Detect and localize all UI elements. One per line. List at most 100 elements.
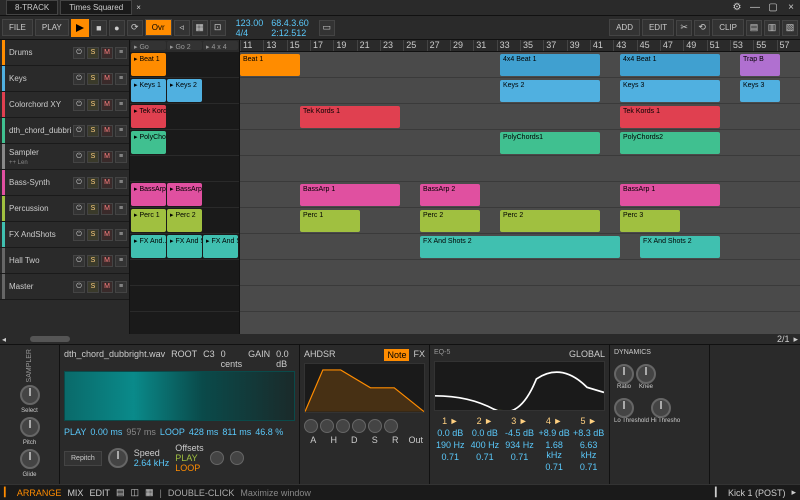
app-name-tab[interactable]: 8-TRACK xyxy=(6,0,58,15)
solo-button[interactable]: S xyxy=(87,203,99,215)
solo-button[interactable]: S xyxy=(87,281,99,293)
launcher-clip[interactable]: ▸ FX And... xyxy=(131,235,166,258)
offset-knob-2[interactable] xyxy=(230,451,244,465)
arrangement-clip[interactable]: Beat 1 xyxy=(240,54,300,76)
clip-button[interactable]: CLIP xyxy=(712,19,744,36)
ratio-knob[interactable] xyxy=(614,364,634,384)
hi-threshold-knob[interactable] xyxy=(651,398,671,418)
track-power[interactable]: ⏻ xyxy=(73,73,85,85)
eq-band-5[interactable]: 5 ►+8.3 dB6.63 kHz0.71 xyxy=(572,415,605,473)
launcher-clip[interactable] xyxy=(203,157,238,180)
arrangement-clip[interactable]: Keys 3 xyxy=(740,80,780,102)
close-icon[interactable]: × xyxy=(786,3,796,13)
arrangement-clip[interactable]: FX And Shots 2 xyxy=(640,236,720,258)
arrangement-clip[interactable]: Trap B xyxy=(740,54,780,76)
track-menu-icon[interactable]: ≡ xyxy=(115,203,127,215)
launcher-clip[interactable] xyxy=(203,209,238,232)
track-power[interactable]: ⏻ xyxy=(73,151,85,163)
envelope-graph[interactable] xyxy=(304,363,425,413)
mute-button[interactable]: M xyxy=(101,281,113,293)
launcher-clip[interactable]: ▸ Beat 1 xyxy=(131,53,166,76)
arrangement-clip[interactable]: BassArp 1 xyxy=(300,184,400,206)
mute-button[interactable]: M xyxy=(101,47,113,59)
solo-button[interactable]: S xyxy=(87,47,99,59)
track-header[interactable]: FX AndShots⏻SM≡ xyxy=(0,222,129,248)
track-power[interactable]: ⏻ xyxy=(73,47,85,59)
launcher-clip[interactable] xyxy=(203,287,238,310)
launcher-clip[interactable] xyxy=(203,261,238,284)
edit-button[interactable]: EDIT xyxy=(642,19,674,36)
track-menu-icon[interactable]: ≡ xyxy=(115,99,127,111)
arrangement-track[interactable] xyxy=(240,156,800,182)
solo-button[interactable]: S xyxy=(87,125,99,137)
launcher-clip[interactable] xyxy=(167,287,202,310)
file-button[interactable]: FILE xyxy=(2,19,33,36)
next-device-icon[interactable]: ▸ xyxy=(791,487,796,498)
panel-icon-3[interactable]: ▦ xyxy=(145,487,154,498)
track-power[interactable]: ⏻ xyxy=(73,203,85,215)
pitch-knob[interactable] xyxy=(20,417,40,437)
arrangement-clip[interactable]: 4x4 Beat 1 xyxy=(620,54,720,76)
solo-button[interactable]: S xyxy=(87,151,99,163)
mute-button[interactable]: M xyxy=(101,203,113,215)
arrangement-clip[interactable]: PolyChords1 xyxy=(500,132,600,154)
track-header[interactable]: Master⏻SM≡ xyxy=(0,274,129,300)
env-knob-Out[interactable] xyxy=(384,419,398,433)
play-label-button[interactable]: PLAY xyxy=(35,19,69,36)
track-menu-icon[interactable]: ≡ xyxy=(115,47,127,59)
launcher-clip[interactable]: ▸ PolyChords1 xyxy=(131,131,166,154)
env-knob-S[interactable] xyxy=(352,419,366,433)
solo-button[interactable]: S xyxy=(87,73,99,85)
add-button[interactable]: ADD xyxy=(609,19,640,36)
launcher-clip[interactable] xyxy=(167,157,202,180)
arrangement-track[interactable] xyxy=(240,286,800,312)
launcher-clip[interactable] xyxy=(203,53,238,76)
tool-c-icon[interactable]: ▧ xyxy=(782,20,798,36)
tool-a-icon[interactable]: ▤ xyxy=(746,20,762,36)
launcher-clip[interactable] xyxy=(203,105,238,128)
arrangement-clip[interactable]: Keys 3 xyxy=(620,80,720,102)
track-menu-icon[interactable]: ≡ xyxy=(115,255,127,267)
mute-button[interactable]: M xyxy=(101,73,113,85)
track-menu-icon[interactable]: ≡ xyxy=(115,177,127,189)
knee-knob[interactable] xyxy=(636,364,656,384)
speed-knob[interactable] xyxy=(108,448,128,468)
cut-icon[interactable]: ✂ xyxy=(676,20,692,36)
launcher-clip[interactable]: ▸ FX And Sho... xyxy=(203,235,238,258)
arrangement-clip[interactable]: Perc 2 xyxy=(500,210,600,232)
arrangement-clip[interactable]: Keys 2 xyxy=(500,80,600,102)
horizontal-scrollbar[interactable]: ◂ 2/1 ▸ xyxy=(0,334,800,344)
timeline-ruler[interactable]: 1113151719212325272931333537394143454749… xyxy=(240,40,800,52)
track-header[interactable]: dth_chord_dubbrig...⏻SM≡ xyxy=(0,118,129,144)
arrangement-view[interactable]: 1113151719212325272931333537394143454749… xyxy=(240,40,800,334)
arrangement-clip[interactable]: Tek Kords 1 xyxy=(300,106,400,128)
env-knob-R[interactable] xyxy=(368,419,382,433)
track-power[interactable]: ⏻ xyxy=(73,281,85,293)
link-icon[interactable]: ⟲ xyxy=(694,20,710,36)
note-tab[interactable]: Note xyxy=(384,349,409,361)
launcher-clip[interactable] xyxy=(167,105,202,128)
automation-write-button[interactable]: ⟳ xyxy=(127,20,143,36)
launcher-clip[interactable] xyxy=(167,131,202,154)
panel-icon-2[interactable]: ◫ xyxy=(130,487,139,498)
launcher-clip[interactable] xyxy=(131,157,166,180)
launcher-clip[interactable]: ▸ Perc 2 xyxy=(167,209,202,232)
arrangement-track[interactable]: Perc 1Perc 2Perc 2Perc 3 xyxy=(240,208,800,234)
launcher-clip[interactable]: ▸ Tek Kords 1 xyxy=(131,105,166,128)
tool-b-icon[interactable]: ▥ xyxy=(764,20,780,36)
solo-button[interactable]: S xyxy=(87,177,99,189)
waveform-display[interactable] xyxy=(64,371,295,421)
env-knob-H[interactable] xyxy=(320,419,334,433)
track-power[interactable]: ⏻ xyxy=(73,99,85,111)
launcher-clip[interactable]: ▸ Keys 1 xyxy=(131,79,166,102)
solo-button[interactable]: S xyxy=(87,99,99,111)
track-header[interactable]: Keys⏻SM≡ xyxy=(0,66,129,92)
maximize-icon[interactable]: ▢ xyxy=(768,3,778,13)
track-menu-icon[interactable]: ≡ xyxy=(115,151,127,163)
arrangement-track[interactable] xyxy=(240,260,800,286)
preroll-icon[interactable]: ▦ xyxy=(192,20,208,36)
arrangement-clip[interactable]: Perc 1 xyxy=(300,210,360,232)
track-header[interactable]: Colorchord XY⏻SM≡ xyxy=(0,92,129,118)
stop-button[interactable]: ■ xyxy=(91,20,107,36)
launcher-clip[interactable]: ▸ BassArp 1 xyxy=(131,183,166,206)
